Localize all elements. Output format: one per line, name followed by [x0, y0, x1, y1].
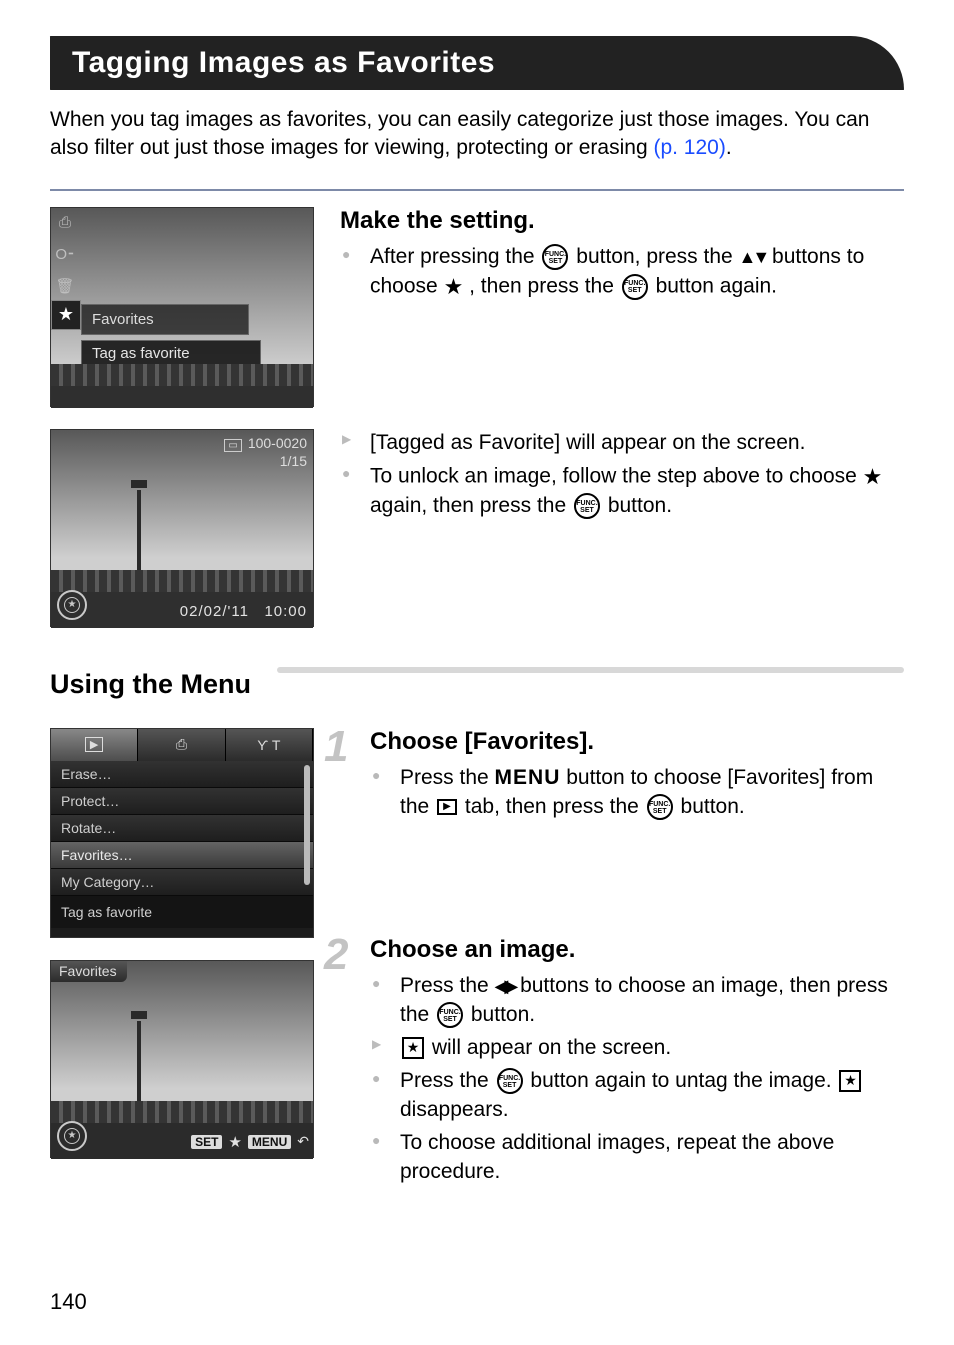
protect-icon: O⁃ [55, 245, 74, 263]
result-line: ★ will appear on the screen. [388, 1034, 904, 1063]
time-label: 10:00 [264, 603, 307, 620]
lcd-screenshot-tagged: ▭ 100-0020 1/15 ★ 02/02/'11 10:00 [50, 429, 314, 627]
trash-icon: 🗑 [55, 277, 74, 295]
favorite-indicator-icon: ★ [57, 590, 87, 620]
func-set-button-icon: FUNC.SET [574, 493, 600, 519]
intro-text-a: When you tag images as favorites, you ca… [50, 108, 869, 159]
intro-paragraph: When you tag images as favorites, you ca… [50, 106, 904, 163]
playback-tab: ▶ [51, 729, 138, 761]
card-icon: ▭ [224, 439, 241, 452]
favorite-indicator-icon: ★ [57, 1121, 87, 1151]
left-right-icon: ◀▶ [495, 976, 515, 996]
menu-item-my-category: My Category… [51, 869, 313, 896]
date-label: 02/02/'11 [180, 603, 249, 620]
func-set-button-icon: FUNC.SET [437, 1002, 463, 1028]
favorites-header: Favorites [51, 961, 127, 982]
menu-item-rotate: Rotate… [51, 815, 313, 842]
star-box-icon: ★ [839, 1070, 861, 1092]
tag-as-favorite-label: Tag as favorite [81, 340, 261, 367]
page-ref-link[interactable]: (p. 120) [653, 136, 725, 159]
menu-item-erase: Erase… [51, 761, 313, 788]
step-heading-choose-favorites: Choose [Favorites]. [370, 728, 904, 756]
scrollbar [304, 765, 310, 885]
instruction-line: Press the FUNC.SET button again to untag… [388, 1067, 904, 1125]
menu-footer: Tag as favorite [51, 896, 313, 928]
star-icon: ★ [51, 300, 81, 330]
file-number: 100-0020 [248, 435, 307, 451]
page-title: Tagging Images as Favorites [50, 36, 904, 90]
image-count: 1/15 [224, 452, 307, 470]
up-down-icon: ▲▼ [739, 247, 767, 267]
star-icon: ★ [863, 464, 883, 489]
result-line: [Tagged as Favorite] will appear on the … [358, 429, 904, 458]
menu-button-label: MENU [248, 1135, 291, 1149]
menu-item-favorites: Favorites… [51, 842, 313, 869]
instruction-line: To choose additional images, repeat the … [388, 1129, 904, 1187]
lcd-screenshot-menu: ▶ ⎙ ϒ T Erase… Protect… Rotate… Favorite… [50, 728, 314, 938]
instruction-line: After pressing the FUNC.SET button, pres… [358, 243, 904, 302]
print-tab: ⎙ [138, 729, 225, 761]
section-rule [277, 667, 904, 673]
instruction-line: Press the ◀▶ buttons to choose an image,… [388, 972, 904, 1030]
playback-tab-icon: ▶ [437, 799, 457, 815]
step-number-1: 1 [324, 722, 348, 772]
func-set-button-icon: FUNC.SET [647, 794, 673, 820]
star-icon: ★ [228, 1133, 241, 1151]
instruction-line: To unlock an image, follow the step abov… [358, 462, 904, 521]
return-icon: ↶ [297, 1133, 309, 1150]
print-icon: ⎙ [59, 214, 71, 231]
func-set-button-icon: FUNC.SET [497, 1068, 523, 1094]
func-set-button-icon: FUNC.SET [622, 274, 648, 300]
set-button-label: SET [191, 1135, 222, 1149]
page-number: 140 [50, 1289, 87, 1315]
lcd-screenshot-favorites-select: Favorites ★ SET ★ MENU ↶ [50, 960, 314, 1158]
intro-text-b: . [726, 136, 732, 159]
step-heading-make-setting: Make the setting. [340, 207, 904, 235]
star-box-icon: ★ [402, 1037, 424, 1059]
favorites-label: Favorites [81, 304, 249, 335]
func-set-button-icon: FUNC.SET [542, 244, 568, 270]
step-number-2: 2 [324, 930, 348, 980]
step-heading-choose-image-real: Choose an image. [370, 936, 904, 964]
instruction-line: Press the MENU button to choose [Favorit… [388, 764, 904, 822]
menu-button-label: MENU [495, 766, 561, 789]
tools-tab: ϒ T [226, 729, 313, 761]
lcd-screenshot-func-menu: ⎙ O⁃ 🗑 ⟲ ★ Favorites Tag as favorite [50, 207, 314, 407]
section-heading-using-menu: Using the Menu [50, 669, 263, 700]
star-icon: ★ [444, 274, 464, 299]
divider [50, 189, 904, 191]
menu-item-protect: Protect… [51, 788, 313, 815]
